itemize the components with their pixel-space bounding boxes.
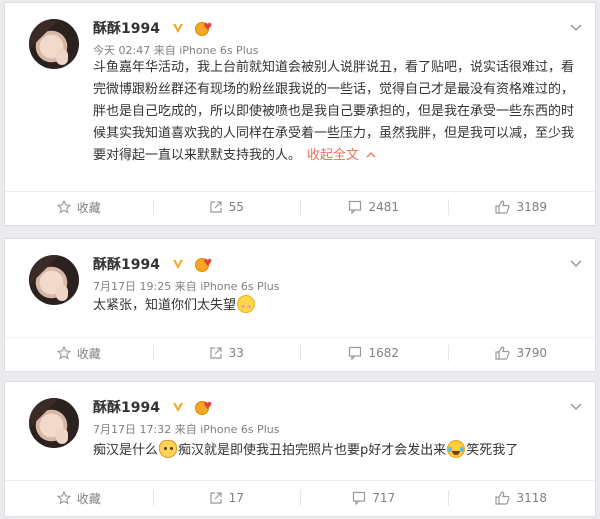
- repost-count: 33: [228, 346, 244, 360]
- weibo-feed: 酥酥1994 ♥ 今天 02:47 来自 iPhone 6s Plus 斗鱼嘉年…: [0, 0, 600, 519]
- comment-icon: [353, 491, 366, 505]
- comment-count: 1682: [368, 346, 400, 360]
- cat-emoji-icon: [159, 440, 178, 458]
- post-header: 酥酥1994 ♥ 7月17日 17:32 来自 iPhone 6s Plus: [93, 396, 555, 437]
- post-card: 酥酥1994 ♥ 7月17日 17:32 来自 iPhone 6s Plus 痴…: [4, 381, 596, 517]
- post-meta: 7月17日 17:32 来自 iPhone 6s Plus: [93, 421, 555, 437]
- post-time[interactable]: 7月17日 19:25: [93, 280, 171, 293]
- collapse-link[interactable]: 收起全文: [307, 148, 376, 163]
- action-bar: 收藏 33 1682 3790: [5, 335, 595, 371]
- verified-v-icon[interactable]: [171, 257, 185, 271]
- chevron-up-icon[interactable]: [366, 151, 376, 159]
- post-source[interactable]: iPhone 6s Plus: [200, 280, 279, 293]
- like-count: 3790: [516, 346, 548, 360]
- collapse-label[interactable]: 收起全文: [307, 148, 359, 163]
- post-card: 酥酥1994 ♥ 今天 02:47 来自 iPhone 6s Plus 斗鱼嘉年…: [4, 2, 596, 226]
- membership-badge-icon[interactable]: ♥: [194, 257, 212, 272]
- favorite-button[interactable]: 收藏: [5, 480, 153, 516]
- like-button[interactable]: 3790: [447, 335, 596, 371]
- thumbs-up-icon: [495, 346, 510, 360]
- avatar[interactable]: [29, 255, 79, 305]
- repost-button[interactable]: 33: [152, 335, 301, 371]
- star-icon: [56, 346, 71, 360]
- source-prefix: 来自: [174, 422, 197, 436]
- comment-button[interactable]: 1682: [300, 335, 448, 371]
- shy-emoji-icon: [237, 295, 256, 313]
- post-body-part1: 痴汉是什么: [93, 443, 159, 458]
- laugh-cry-emoji-icon: [447, 440, 466, 458]
- post-meta: 今天 02:47 来自 iPhone 6s Plus: [93, 42, 555, 58]
- post-time[interactable]: 今天 02:47: [93, 44, 150, 57]
- like-button[interactable]: 3118: [447, 480, 596, 516]
- post-header: 酥酥1994 ♥ 今天 02:47 来自 iPhone 6s Plus: [93, 17, 555, 58]
- avatar[interactable]: [29, 398, 79, 448]
- favorite-label: 收藏: [76, 346, 101, 361]
- star-icon: [56, 200, 71, 214]
- repost-icon: [210, 347, 222, 359]
- post-text: 斗鱼嘉年华活动，我上台前就知道会被别人说胖说丑，看了贴吧，说实话很难过，看完微博…: [93, 57, 581, 167]
- post-source[interactable]: iPhone 6s Plus: [179, 44, 258, 57]
- repost-count: 17: [228, 491, 244, 505]
- post-card: 酥酥1994 ♥ 7月17日 19:25 来自 iPhone 6s Plus 太…: [4, 238, 596, 372]
- post-body-part2: 痴汉就是即使我丑拍完照片也要p好才会发出来: [178, 443, 447, 458]
- chevron-down-icon[interactable]: [569, 402, 583, 412]
- source-prefix: 来自: [174, 279, 197, 293]
- post-header: 酥酥1994 ♥ 7月17日 19:25 来自 iPhone 6s Plus: [93, 253, 555, 294]
- thumbs-up-icon: [495, 491, 510, 505]
- repost-icon: [210, 492, 222, 504]
- verified-v-icon[interactable]: [171, 400, 185, 414]
- repost-button[interactable]: 55: [152, 189, 301, 225]
- username[interactable]: 酥酥1994: [93, 397, 160, 417]
- comment-icon: [349, 200, 362, 214]
- post-text: 太紧张，知道你们太失望: [93, 295, 581, 317]
- comment-count: 2481: [368, 200, 400, 214]
- repost-button[interactable]: 17: [152, 480, 301, 516]
- comment-count: 717: [372, 491, 396, 505]
- repost-count: 55: [228, 200, 244, 214]
- star-icon: [56, 491, 71, 505]
- action-bar: 收藏 55 2481 3189: [5, 189, 595, 225]
- post-source[interactable]: iPhone 6s Plus: [200, 423, 279, 436]
- like-count: 3189: [516, 200, 548, 214]
- chevron-down-icon[interactable]: [569, 23, 583, 33]
- username[interactable]: 酥酥1994: [93, 254, 160, 274]
- like-count: 3118: [516, 491, 548, 505]
- post-body: 太紧张，知道你们太失望: [93, 298, 237, 313]
- verified-v-icon[interactable]: [171, 21, 185, 35]
- repost-icon: [210, 201, 222, 213]
- chevron-down-icon[interactable]: [569, 259, 583, 269]
- comment-button[interactable]: 2481: [300, 189, 448, 225]
- membership-badge-icon[interactable]: ♥: [194, 21, 212, 36]
- source-prefix: 来自: [153, 43, 176, 57]
- favorite-button[interactable]: 收藏: [5, 335, 153, 371]
- comment-button[interactable]: 717: [300, 480, 448, 516]
- avatar[interactable]: [29, 19, 79, 69]
- action-bar: 收藏 17 717 3118: [5, 480, 595, 516]
- favorite-label: 收藏: [76, 491, 101, 506]
- favorite-label: 收藏: [76, 200, 101, 215]
- username[interactable]: 酥酥1994: [93, 18, 160, 38]
- post-time[interactable]: 7月17日 17:32: [93, 423, 171, 436]
- like-button[interactable]: 3189: [447, 189, 596, 225]
- thumbs-up-icon: [495, 200, 510, 214]
- post-meta: 7月17日 19:25 来自 iPhone 6s Plus: [93, 278, 555, 294]
- comment-icon: [349, 346, 362, 360]
- post-text: 痴汉是什么 痴汉就是即使我丑拍完照片也要p好才会发出来 笑死我了: [93, 440, 581, 462]
- membership-badge-icon[interactable]: ♥: [194, 400, 212, 415]
- post-body-part3: 笑死我了: [466, 443, 519, 458]
- favorite-button[interactable]: 收藏: [5, 189, 153, 225]
